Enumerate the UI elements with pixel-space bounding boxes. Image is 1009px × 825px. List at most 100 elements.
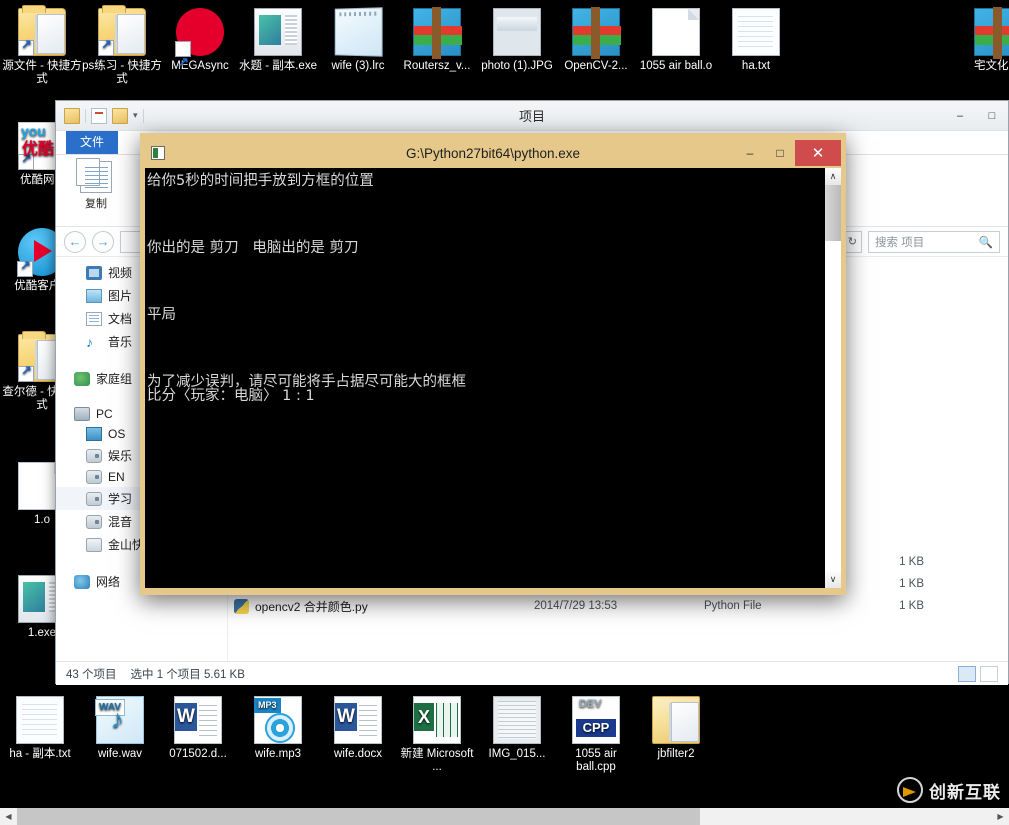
desktop-icon-top-0[interactable]: 源文件 - 快捷方式 [2,5,82,86]
back-button[interactable]: ← [64,230,86,253]
desktop-icon-label: OpenCV-2... [564,60,628,72]
desktop-icon-label: 水题 - 副本.exe [239,60,317,72]
desktop-icon-top-1[interactable]: ps练习 - 快捷方式 [82,5,162,86]
console-body[interactable]: 给你5秒的时间把手放到方框的位置 你出的是 剪刀 电脑出的是 剪刀 平局 为了减… [145,168,841,588]
copy-button[interactable]: 复制 [70,158,122,211]
desktop-icon-bottom-1[interactable]: wife.wav [80,696,160,761]
console-scroll-track[interactable] [825,185,841,571]
console-line: 比分〈玩家：电脑〉 1 : 1 [147,387,315,404]
desktop-icon-label: MEGAsync [171,60,229,72]
folder-shortcut-icon [18,5,66,56]
console-output-text: 给你5秒的时间把手放到方框的位置 你出的是 剪刀 电脑出的是 剪刀 平局 为了减… [145,168,824,588]
text-file-icon [732,8,780,56]
watermark: 创新互联 [897,777,1001,803]
desktop-icon-bottom-8[interactable]: jbfilter2 [636,696,716,761]
desktop-icon-label: ha.txt [741,60,771,72]
console-scroll-thumb[interactable] [825,185,841,241]
explorer-title-bar[interactable]: ▾ 项目 – □ [56,101,1008,131]
copy-button-label: 复制 [85,198,107,210]
desktop-icon-top-4[interactable]: wife (3).lrc [318,7,398,73]
file-date-cell: 2014/7/29 13:53 [534,600,618,612]
console-close-button[interactable]: ✕ [795,140,841,166]
winrar-archive-icon [413,7,462,59]
desktop-icon-label: photo (1).JPG [481,60,553,72]
image-file-icon [493,696,541,744]
homegroup-icon [74,371,90,386]
shortcut-arrow-icon [17,259,33,277]
desktop-icon-top-3[interactable]: 水题 - 副本.exe [238,8,318,73]
tab-file[interactable]: 文件 [66,130,119,154]
file-size-cell: 1 KB [899,578,924,590]
page-scroll-thumb[interactable] [17,808,700,825]
brand-logo-icon [897,777,923,803]
desktop-icon-label: Routersz_v... [403,60,471,72]
search-input[interactable]: 搜索 项目 🔍 [868,230,1000,253]
desktop-icon-bottom-0[interactable]: ha - 副本.txt [0,696,80,761]
desktop-icon-bottom-5[interactable]: 新建 Microsoft ... [397,696,477,774]
desktop-icon-label: 源文件 - 快捷方式 [2,60,82,85]
search-icon[interactable]: 🔍 [979,235,993,249]
file-size-cell: 1 KB [899,600,924,612]
status-item-count: 43 个项目 [66,668,117,681]
table-row[interactable]: opencv2 合并颜色.py 2014/7/29 13:53 Python Fil… [228,595,1008,617]
refresh-icon[interactable]: ↻ [848,235,857,248]
desktop-icon-top-6[interactable]: photo (1).JPG [477,8,557,73]
shortcut-arrow-icon [18,38,34,56]
python-console-window[interactable]: G:\Python27bit64\python.exe – □ ✕ 给你5秒的时… [140,133,846,595]
large-icons-view-icon[interactable] [980,665,998,682]
python-file-icon [234,598,249,614]
console-minimize-button[interactable]: – [735,142,765,164]
page-scroll-track[interactable] [17,808,992,825]
cpp-source-icon [572,696,620,744]
sidebar-item-label: 混音 [108,515,133,529]
scroll-left-icon[interactable]: ◀ [0,812,17,821]
console-window-controls[interactable]: – □ ✕ [735,138,841,168]
folder-shortcut-icon [98,5,146,56]
explorer-window-title: 项目 [518,109,545,124]
view-mode-buttons[interactable] [958,665,998,682]
watermark-text: 创新互联 [929,782,1001,802]
desktop-screen: 源文件 - 快捷方式ps练习 - 快捷方式 MEGAsync 水题 - 副本.exe… [0,0,1009,825]
desktop-icon-label: ha - 副本.txt [9,748,71,760]
console-maximize-button[interactable]: □ [765,142,795,164]
forward-button[interactable]: → [92,230,114,253]
scroll-up-icon[interactable]: ∧ [825,168,841,185]
page-horizontal-scrollbar[interactable]: ◀ ▶ [0,808,1009,825]
drive-icon [86,491,102,506]
desktop-icon-bottom-3[interactable]: wife.mp3 [238,696,318,761]
desktop-icon-bottom-6[interactable]: IMG_015... [477,696,557,761]
explorer-status-bar: 43 个项目 选中 1 个项目 5.61 KB [56,661,1008,685]
desktop-icon-top-8[interactable]: 1055 air ball.o [636,8,716,73]
desktop-icon-bottom-4[interactable]: wife.docx [318,696,398,761]
console-line: 给你5秒的时间把手放到方框的位置 [147,173,374,189]
desktop-icon-bottom-7[interactable]: 1055 air ball.cpp [556,696,636,774]
photo-icon [493,8,541,56]
console-scrollbar[interactable]: ∧ ∨ [824,168,841,588]
file-type-cell: Python File [704,600,762,612]
desktop-icon-label: 宅文化-... [974,60,1009,72]
notepad-icon [334,7,383,57]
scroll-right-icon[interactable]: ▶ [992,812,1009,821]
desktop-icon-top-7[interactable]: OpenCV-2... [556,7,636,73]
scroll-down-icon[interactable]: ∨ [825,571,841,588]
desktop-icon-top-5[interactable]: Routersz_v... [397,7,477,73]
file-name-label: opencv2 合并颜色.py [255,599,368,614]
winrar-archive-icon [974,7,1009,59]
shortcut-arrow-icon [175,39,191,85]
details-view-icon[interactable] [958,665,976,682]
desktop-icon-top-9[interactable]: ha.txt [716,8,796,73]
console-title-bar[interactable]: G:\Python27bit64\python.exe – □ ✕ [145,138,841,168]
file-size-cell: 1 KB [899,556,924,568]
desktop-icon-bottom-2[interactable]: 071502.d... [158,696,238,761]
wav-audio-icon [95,696,144,744]
winrar-archive-icon [572,7,621,59]
desktop-icon-top-10[interactable]: 宅文化-... [958,7,1009,73]
desktop-icon-top-2[interactable]: MEGAsync [160,8,240,85]
this-pc-icon [74,407,90,421]
kuaipan-icon [86,537,102,552]
sidebar-item-label: 家庭组 [96,372,133,386]
word-document-icon [174,696,222,744]
copy-icon [76,158,112,193]
sidebar-item-label: PC [96,407,113,421]
